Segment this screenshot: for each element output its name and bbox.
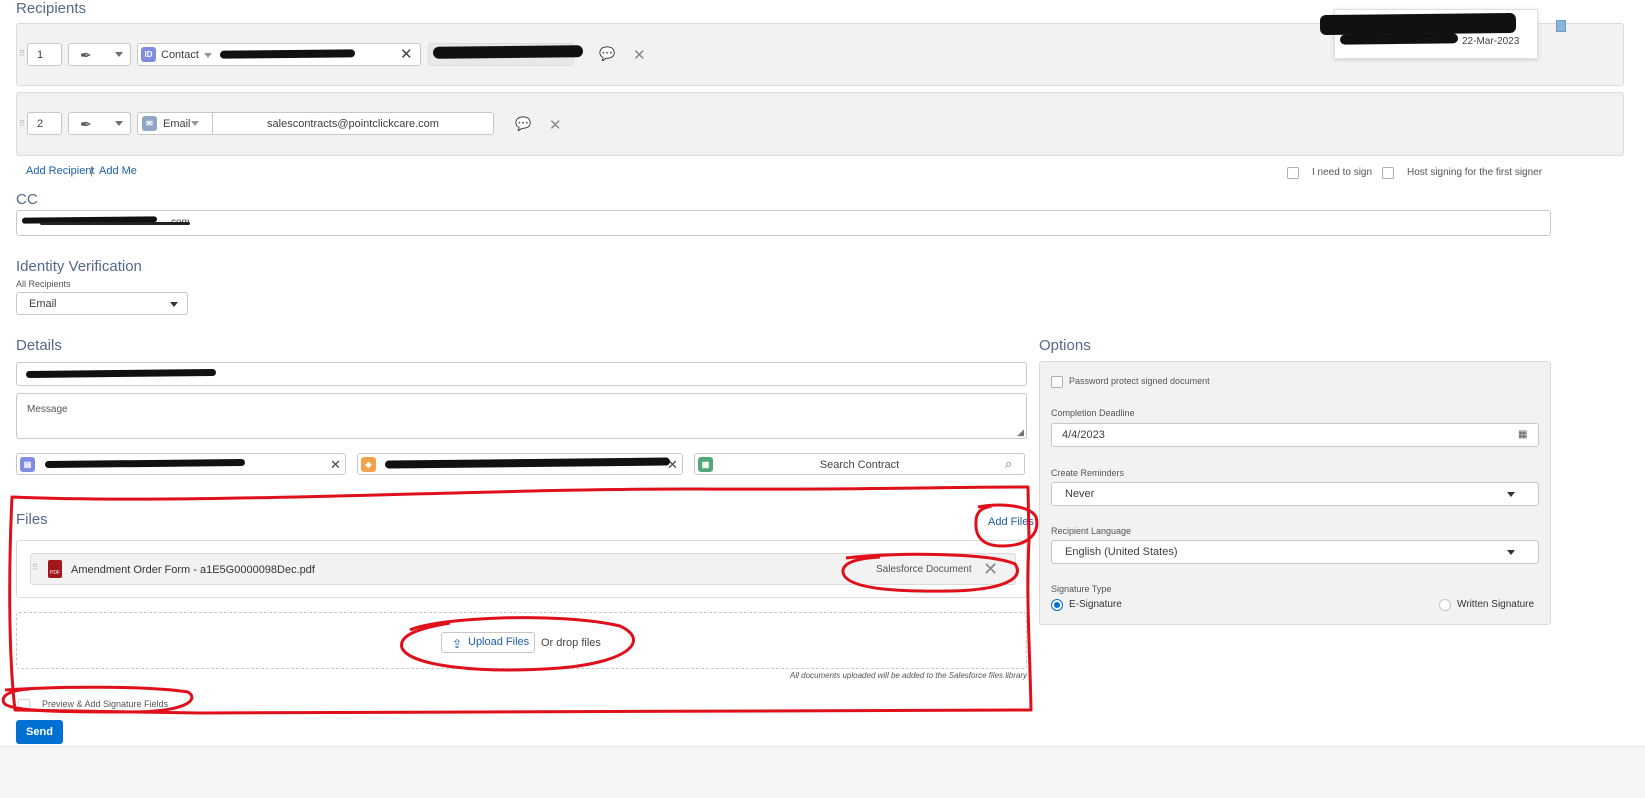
search-icon: ⌕ <box>1005 456 1013 471</box>
identity-title: Identity Verification <box>16 258 142 275</box>
contact-icon: ID <box>141 47 156 62</box>
password-protect-checkbox[interactable] <box>1051 376 1063 388</box>
contract-lookup[interactable]: ▦ Search Contract ⌕ <box>694 453 1025 475</box>
reminders-label: Create Reminders <box>1051 468 1125 478</box>
radio-selected-dot <box>1054 602 1060 608</box>
resize-handle-icon[interactable]: ◢ <box>1017 427 1024 438</box>
contract-search-placeholder: Search Contract <box>819 459 900 471</box>
upload-files-label: Upload Files <box>468 636 530 648</box>
file-item: ⠿ PDF Amendment Order Form - a1E5G000009… <box>30 553 1016 585</box>
recipient-email-value: salescontracts@pointclickcare.com <box>267 118 439 130</box>
signature-type-label: Signature Type <box>1051 584 1112 594</box>
email-icon: ✉ <box>142 116 157 131</box>
chevron-down-icon <box>1507 492 1515 497</box>
redacted-cc-email-tail <box>40 222 190 225</box>
written-signature-label: Written Signature <box>1457 599 1535 610</box>
host-signing-checkbox[interactable] <box>1382 167 1394 179</box>
calendar-icon[interactable]: ▦ <box>1518 429 1527 440</box>
recipient-order-input[interactable]: 1 <box>27 43 62 66</box>
event-time: 22-Mar-2023 <box>1462 36 1520 47</box>
upload-icon: ⇪ <box>452 637 463 651</box>
recipient-email-input[interactable]: salescontracts@pointclickcare.com <box>212 112 494 135</box>
recipient-order-value: 2 <box>37 118 44 130</box>
recipient-order-value: 1 <box>37 49 44 61</box>
chevron-down-icon <box>170 302 178 307</box>
file-name: Amendment Order Form - a1E5G0000098Dec.p… <box>71 564 315 576</box>
add-recipient-link[interactable]: Add Recipient <box>26 165 95 177</box>
reminders-value: Never <box>1065 488 1095 500</box>
account-icon: ▤ <box>20 457 35 472</box>
language-select[interactable]: English (United States) <box>1051 540 1539 564</box>
recipient-type-label: Email <box>163 118 191 130</box>
page-bottom-divider <box>0 746 1645 798</box>
password-protect-label: Password protect signed document <box>1069 376 1210 386</box>
upload-files-button[interactable]: ⇪ Upload Files <box>441 632 535 653</box>
deadline-date-input[interactable]: 4/4/2023 ▦ <box>1051 423 1539 447</box>
clear-account-icon[interactable]: ✕ <box>330 457 341 472</box>
chevron-down-icon <box>115 52 123 57</box>
remove-recipient-icon[interactable]: ✕ <box>633 48 646 63</box>
recipient-type-label: Contact <box>161 49 199 61</box>
files-title: Files <box>16 511 48 528</box>
send-button[interactable]: Send <box>16 720 63 744</box>
preview-checkbox[interactable] <box>18 699 30 711</box>
identity-selected-value: Email <box>29 298 57 310</box>
chevron-down-icon <box>1507 550 1515 555</box>
drag-handle-icon[interactable]: ⠿ <box>32 563 38 572</box>
add-files-link[interactable]: Add Files <box>988 516 1034 528</box>
preview-label: Preview & Add Signature Fields <box>42 699 169 709</box>
details-title: Details <box>16 337 62 354</box>
chevron-down-icon <box>204 53 212 58</box>
drag-handle-icon[interactable]: ⠿ <box>19 119 25 128</box>
host-signing-label: Host signing for the first signer <box>1407 167 1543 178</box>
link-separator: | <box>90 165 93 177</box>
message-textarea[interactable]: Message ◢ <box>16 393 1027 439</box>
esignature-radio[interactable] <box>1051 599 1063 611</box>
pen-sign-icon: ✒ <box>80 47 92 63</box>
message-placeholder: Message <box>27 404 68 415</box>
redacted-recipient-email <box>432 45 584 59</box>
recipient-role-select[interactable]: ✒ <box>68 112 131 135</box>
file-source: Salesforce Document <box>876 564 972 575</box>
recipient-order-input[interactable]: 2 <box>27 112 62 135</box>
written-signature-radio[interactable] <box>1439 599 1451 611</box>
pen-sign-icon: ✒ <box>80 116 92 132</box>
identity-sublabel: All Recipients <box>16 279 71 289</box>
redacted-contact-name <box>219 49 356 59</box>
private-message-icon[interactable]: 💬 <box>599 46 615 62</box>
cc-title: CC <box>16 191 38 208</box>
deadline-label: Completion Deadline <box>1051 408 1135 418</box>
chevron-down-icon <box>115 121 123 126</box>
identity-select[interactable]: Email <box>16 292 188 315</box>
pdf-file-icon: PDF <box>48 560 62 578</box>
chevron-down-icon <box>191 121 199 126</box>
library-note: All documents uploaded will be added to … <box>790 671 1028 680</box>
redacted-popup-title <box>1319 12 1517 36</box>
clear-contact-icon[interactable]: ✕ <box>400 47 413 62</box>
popup-thumbnail-icon <box>1556 20 1566 32</box>
options-title: Options <box>1039 337 1091 354</box>
add-me-link[interactable]: Add Me <box>99 165 137 177</box>
language-label: Recipient Language <box>1051 526 1132 536</box>
reminders-select[interactable]: Never <box>1051 482 1539 506</box>
cc-input[interactable]: com <box>16 210 1551 236</box>
language-value: English (United States) <box>1065 546 1178 558</box>
redacted-popup-time <box>1339 33 1459 45</box>
recipient-role-select[interactable]: ✒ <box>68 43 131 66</box>
remove-file-icon[interactable]: ✕ <box>983 559 998 580</box>
recipients-title: Recipients <box>16 0 87 17</box>
i-need-to-sign-label: I need to sign <box>1312 167 1373 178</box>
drag-handle-icon[interactable]: ⠿ <box>19 49 25 58</box>
recipient-type-select[interactable]: ✉ Email <box>137 112 213 135</box>
drop-files-label: Or drop files <box>541 637 601 649</box>
remove-recipient-icon[interactable]: ✕ <box>549 118 562 133</box>
deadline-value: 4/4/2023 <box>1062 429 1105 441</box>
opportunity-icon: ◆ <box>361 457 376 472</box>
esignature-label: E-Signature <box>1069 599 1122 610</box>
i-need-to-sign-checkbox[interactable] <box>1287 167 1299 179</box>
private-message-icon[interactable]: 💬 <box>515 116 531 132</box>
